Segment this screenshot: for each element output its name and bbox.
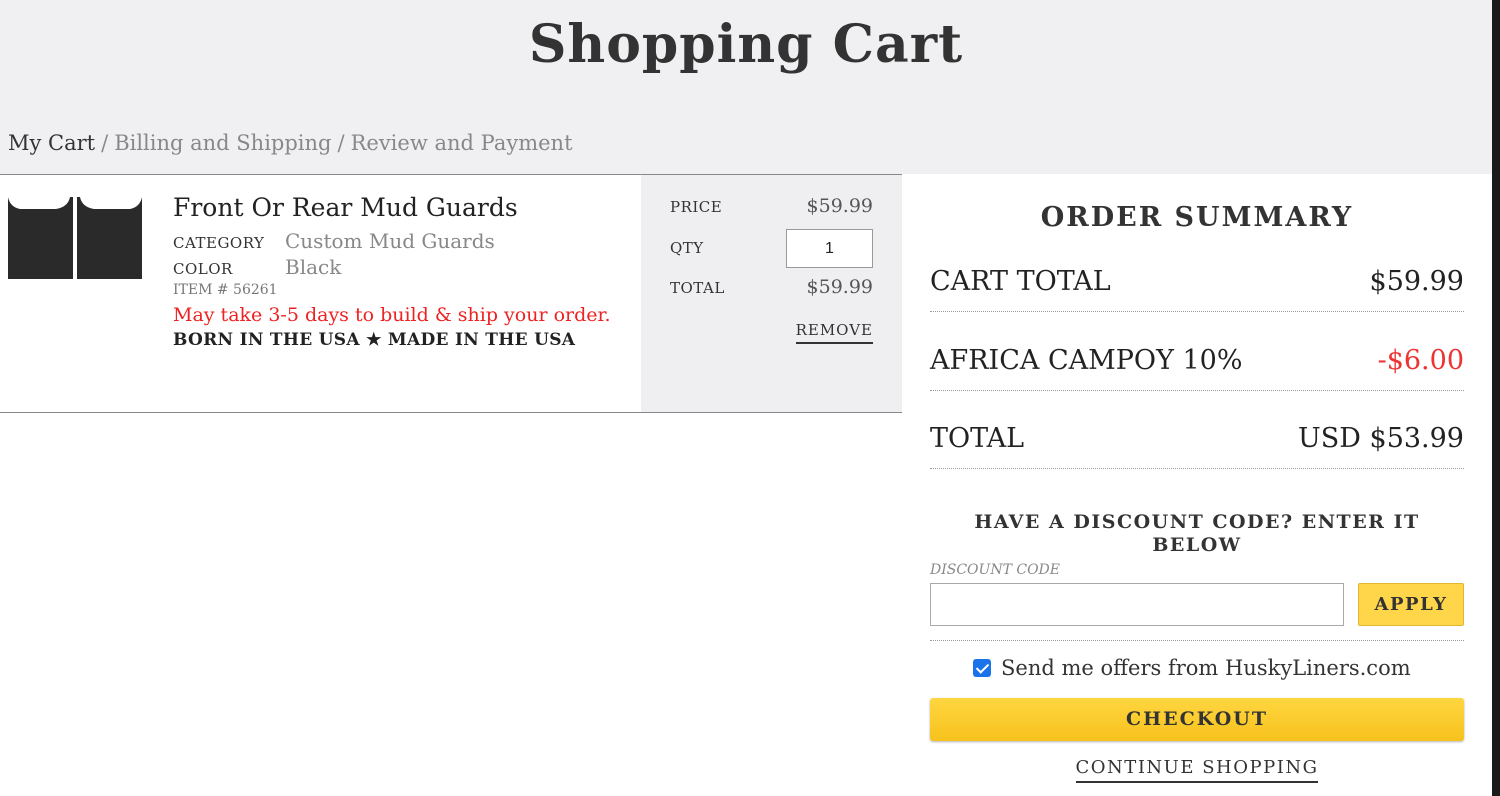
total-label: TOTAL: [670, 279, 725, 297]
offers-label[interactable]: Send me offers from HuskyLiners.com: [1001, 656, 1411, 680]
header: Shopping Cart My Cart / Billing and Shippi…: [0, 0, 1492, 174]
order-total-label: TOTAL: [930, 423, 1025, 454]
checkout-button[interactable]: CHECKOUT: [930, 698, 1464, 741]
remove-button[interactable]: REMOVE: [795, 321, 873, 344]
qty-label: QTY: [670, 239, 704, 257]
lead-time-notice: May take 3-5 days to build & ship your o…: [173, 304, 611, 326]
item-category: CATEGORY Custom Mud Guards: [173, 228, 623, 254]
divider: [930, 640, 1464, 641]
continue-shopping-link[interactable]: CONTINUE SHOPPING: [1075, 757, 1319, 783]
made-in-usa-tagline: BORN IN THE USA ★ MADE IN THE USA: [173, 330, 576, 350]
cart-item-row: Front Or Rear Mud Guards CATEGORY Custom …: [0, 174, 902, 413]
category-value: Custom Mud Guards: [285, 229, 495, 253]
color-value: Black: [285, 255, 342, 279]
order-summary-title: ORDER SUMMARY: [1040, 202, 1354, 233]
color-label: COLOR: [173, 260, 233, 278]
item-number: ITEM # 56261: [173, 282, 278, 298]
offers-checkbox[interactable]: [973, 659, 991, 677]
breadcrumb-my-cart[interactable]: My Cart: [8, 131, 95, 155]
order-total-row: TOTAL USD $53.99: [930, 415, 1464, 469]
breadcrumb-separator: /: [337, 131, 345, 155]
page-title: Shopping Cart: [528, 14, 964, 75]
window-edge: [1492, 0, 1500, 796]
item-color: COLOR Black: [173, 254, 623, 280]
breadcrumb: My Cart / Billing and Shipping / Review and …: [8, 131, 573, 155]
total-value: $59.99: [806, 276, 873, 298]
apply-button[interactable]: APPLY: [1358, 583, 1464, 626]
quantity-input[interactable]: 1: [786, 229, 873, 268]
breadcrumb-billing-shipping[interactable]: Billing and Shipping: [114, 131, 331, 155]
price-label: PRICE: [670, 198, 723, 216]
discount-value: -$6.00: [1377, 345, 1464, 376]
cart-total-label: CART TOTAL: [930, 266, 1111, 297]
price-panel: PRICE $59.99 QTY TOTAL $59.99 REMOVE: [641, 175, 902, 412]
offers-option: Send me offers from HuskyLiners.com: [973, 656, 1411, 680]
discount-row: AFRICA CAMPOY 10% -$6.00: [930, 337, 1464, 391]
item-details: Front Or Rear Mud Guards CATEGORY Custom …: [173, 193, 623, 350]
category-label: CATEGORY: [173, 234, 265, 252]
discount-prompt: HAVE A DISCOUNT CODE? ENTER IT BELOW: [974, 511, 1420, 556]
breadcrumb-separator: /: [101, 131, 109, 155]
discount-label: AFRICA CAMPOY 10%: [930, 345, 1243, 376]
price-value: $59.99: [806, 195, 873, 217]
cart-total-value: $59.99: [1369, 266, 1464, 297]
discount-code-label: DISCOUNT CODE: [930, 562, 1061, 578]
item-name[interactable]: Front Or Rear Mud Guards: [173, 193, 623, 222]
discount-code-input[interactable]: [930, 583, 1344, 626]
cart-total-row: CART TOTAL $59.99: [930, 258, 1464, 312]
order-total-value: USD $53.99: [1298, 423, 1464, 454]
mud-guards-image: [8, 197, 142, 279]
continue-shopping: CONTINUE SHOPPING: [930, 757, 1464, 783]
breadcrumb-review-payment[interactable]: Review and Payment: [351, 131, 573, 155]
